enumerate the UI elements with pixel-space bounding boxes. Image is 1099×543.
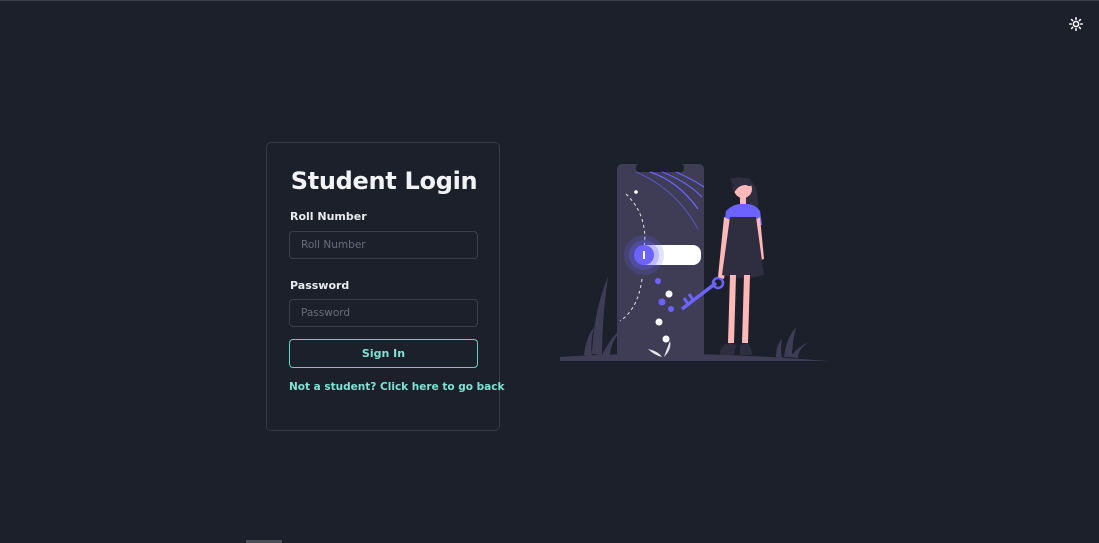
login-title: Student Login [290, 167, 478, 195]
sign-in-button[interactable]: Sign In [289, 339, 478, 368]
password-label: Password [290, 279, 350, 292]
login-page: Student Login Roll Number Password Sign … [0, 0, 1099, 543]
password-input[interactable] [289, 299, 478, 327]
back-link[interactable]: Not a student? Click here to go back [289, 381, 504, 393]
roll-number-label: Roll Number [290, 210, 367, 223]
phone-unlock-illustration [560, 164, 828, 361]
roll-number-input[interactable] [289, 231, 478, 259]
login-card: Student Login Roll Number Password Sign … [266, 142, 504, 431]
theme-toggle-button[interactable] [1069, 17, 1083, 31]
sun-icon [1069, 17, 1083, 31]
